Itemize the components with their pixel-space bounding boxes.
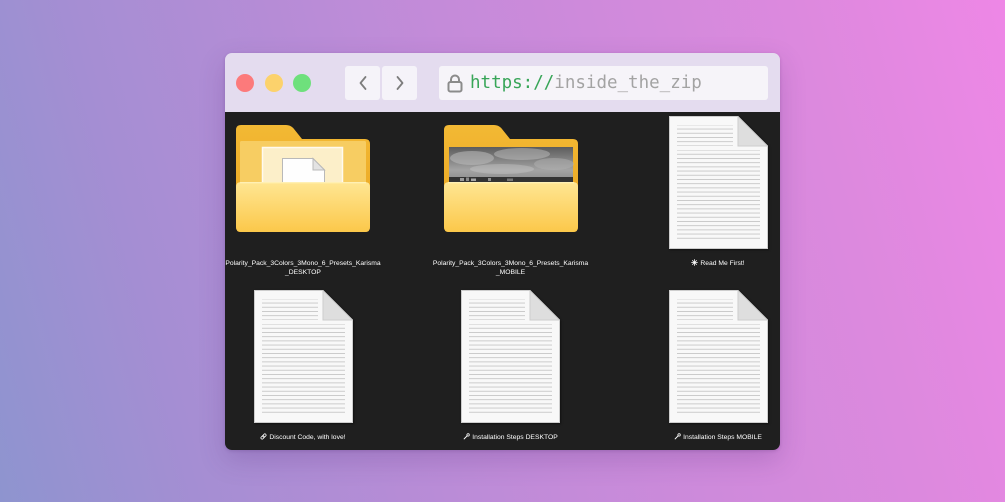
file-name-line-1: Polarity_Pack_3Colors_3Mono_6_Presets_Ka… [432,260,589,267]
file-name: Discount Code, with love! [269,434,346,441]
url-scheme: https:// [470,73,555,93]
url-path: inside_the_zip [554,73,702,93]
folder-item-mobile[interactable]: Polarity_Pack_3Colors_3Mono_6_Presets_Ka… [433,112,589,276]
document-icon [668,290,768,423]
file-name-line-1: Polarity_Pack_3Colors_3Mono_6_Presets_Ka… [225,260,381,267]
address-bar[interactable]: https://inside_the_zip [439,66,768,100]
back-button[interactable] [345,66,380,100]
file-grid: Polarity_Pack_3Colors_3Mono_6_Presets_Ka… [225,112,780,450]
forward-button[interactable] [382,66,417,100]
file-item-discount-code[interactable]: Discount Code, with love! [225,286,381,450]
document-icon [668,116,768,249]
file-label: Polarity_Pack_3Colors_3Mono_6_Presets_Ka… [433,259,589,277]
file-label: Discount Code, with love! [225,433,381,442]
file-label: Read Me First! [668,259,768,268]
file-label: Installation Steps DESKTOP [433,433,589,442]
browser-window: https://inside_the_zip Polarity_Pack_3Co… [225,53,780,450]
close-button[interactable] [236,74,254,92]
file-name: Installation Steps MOBILE [683,434,762,441]
folder-item-desktop[interactable]: Polarity_Pack_3Colors_3Mono_6_Presets_Ka… [225,112,381,276]
file-name-line-2: _DESKTOP [285,269,321,276]
url-text: https://inside_the_zip [470,66,702,100]
file-name: Read Me First! [700,260,745,267]
chevron-left-icon [359,76,366,90]
file-name: Installation Steps DESKTOP [472,434,558,441]
wrench-icon [674,433,681,440]
wrench-icon [463,433,470,440]
folder-with-document-icon [236,125,370,232]
page-background: https://inside_the_zip Polarity_Pack_3Co… [0,0,1005,502]
file-item-read-me-first[interactable]: Read Me First! [668,112,768,276]
title-bar: https://inside_the_zip [225,53,780,112]
maximize-button[interactable] [293,74,311,92]
document-icon [461,290,560,423]
file-item-installation-steps-mobile[interactable]: Installation Steps MOBILE [668,286,768,450]
minimize-button[interactable] [265,74,283,92]
file-label: Polarity_Pack_3Colors_3Mono_6_Presets_Ka… [225,259,381,277]
document-icon [253,290,353,423]
file-name-line-2: _MOBILE [495,269,526,276]
lock-icon [447,74,463,93]
link-icon [260,433,267,440]
folder-with-photo-icon [443,125,578,232]
file-label: Installation Steps MOBILE [668,433,768,442]
chevron-right-icon [396,76,403,90]
navigation-buttons [345,66,417,100]
sparkle-icon [691,259,699,266]
file-item-installation-steps-desktop[interactable]: Installation Steps DESKTOP [433,286,589,450]
